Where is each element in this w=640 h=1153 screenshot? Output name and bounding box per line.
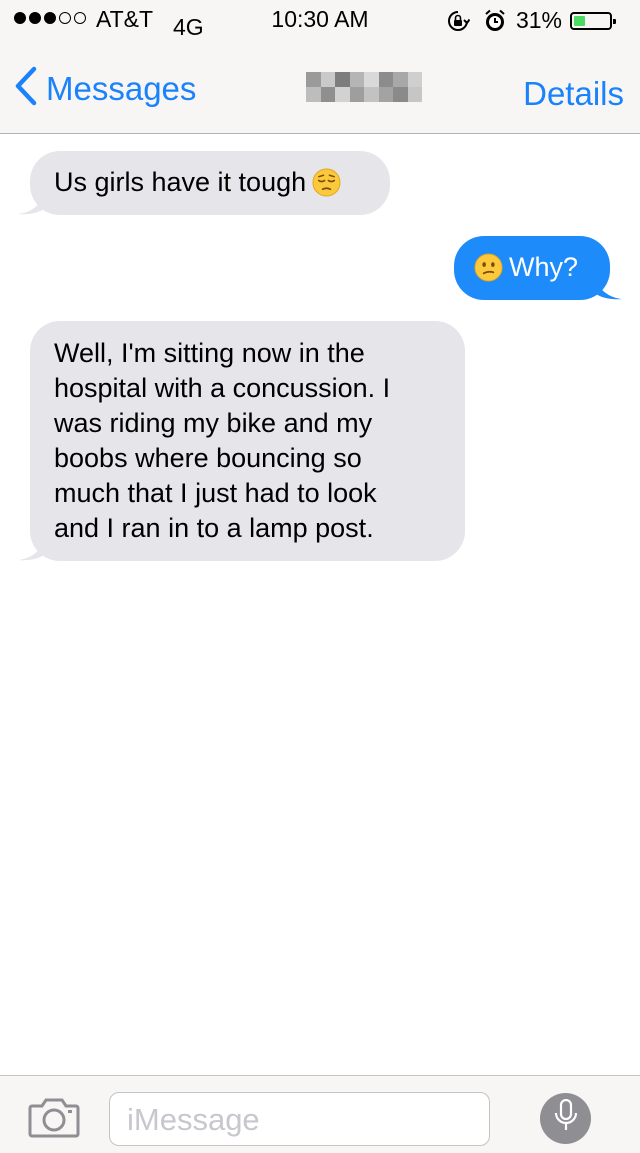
pensive-face-emoji: [312, 168, 341, 197]
pixelation-block: [407, 87, 422, 102]
pixelation-block: [378, 87, 393, 102]
contact-name-obscured[interactable]: [306, 72, 422, 102]
alarm-icon: [484, 9, 506, 33]
incoming-message-bubble[interactable]: Us girls have it tough: [18, 151, 390, 215]
microphone-button[interactable]: [540, 1093, 591, 1144]
battery-icon: [570, 11, 616, 30]
battery-percentage: 31%: [515, 7, 562, 33]
confused-face-emoji: [474, 253, 503, 282]
message-thread[interactable]: Us girls have it tough Why? Well, I'm si…: [0, 134, 640, 1074]
pixelation-block: [349, 87, 364, 102]
bubble-tail: [18, 539, 44, 561]
message-text: Well, I'm sitting now in the hospital wi…: [54, 338, 391, 543]
message-text: Us girls have it tough: [54, 167, 307, 197]
back-button[interactable]: Messages: [14, 66, 196, 111]
pixelation-block: [320, 72, 335, 87]
pixelation-block: [364, 72, 379, 87]
pixelation-block: [393, 87, 408, 102]
incoming-message-bubble[interactable]: Well, I'm sitting now in the hospital wi…: [18, 321, 465, 561]
outgoing-message-bubble[interactable]: Why?: [454, 236, 622, 300]
bubble-tail: [596, 278, 622, 300]
battery-level-fill: [574, 15, 585, 26]
camera-icon[interactable]: [28, 1098, 80, 1143]
pixelation-block: [306, 72, 321, 87]
message-input-bar: iMessage: [0, 1075, 640, 1153]
pixelation-block: [335, 72, 350, 87]
status-right-group: 31%: [446, 7, 616, 34]
details-button[interactable]: Details: [523, 75, 624, 113]
pixelation-block: [306, 87, 321, 102]
pixelation-block: [349, 72, 364, 87]
status-bar: AT&T 4G 10:30 AM 31%: [0, 0, 640, 40]
bubble-tail: [18, 193, 44, 215]
pixelation-block: [393, 72, 408, 87]
microphone-icon: [553, 1098, 579, 1138]
navigation-bar: Messages Details: [0, 40, 640, 134]
message-text: Why?: [509, 252, 579, 282]
imessage-input[interactable]: iMessage: [109, 1092, 490, 1146]
chevron-left-icon: [14, 66, 38, 111]
pixelation-block: [320, 87, 335, 102]
orientation-lock-icon: [446, 9, 470, 33]
back-button-label: Messages: [46, 69, 197, 107]
pixelation-block: [335, 87, 350, 102]
pixelation-block: [364, 87, 379, 102]
battery-tip: [613, 18, 616, 24]
pixelation-block: [407, 72, 422, 87]
pixelation-block: [378, 72, 393, 87]
